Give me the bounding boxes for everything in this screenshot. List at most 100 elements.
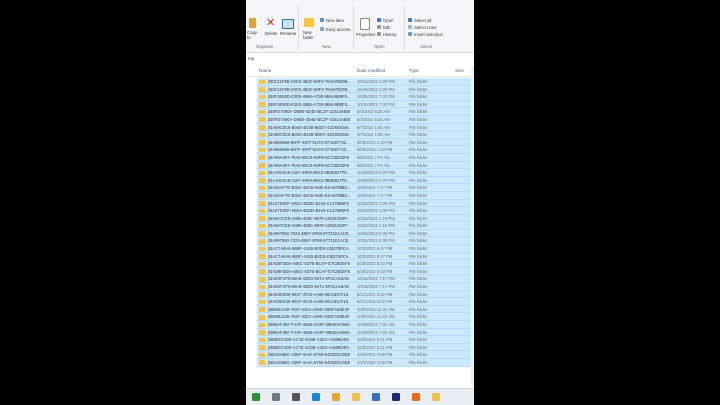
select-none-icon[interactable] [408,25,412,29]
table-row[interactable]: {BB1044BC-435F-4A4A-9766-54D022C8DE... 10… [246,358,474,367]
start-icon[interactable] [252,393,260,401]
column-size[interactable]: Size [455,68,464,73]
row-date: 8/25/2022 6:43 PM [357,261,393,267]
table-row[interactable]: {BA647CED-4495-469C-8879-12D4C84FF... 10/… [246,214,474,223]
table-row[interactable]: {B0C11F89-C9C0-4B1F-80F3-76A675E0B... 10/… [246,85,474,94]
row-type: File folder [409,238,428,244]
properties-icon[interactable] [360,18,370,30]
invert-selection-button[interactable]: Invert selection [414,32,443,37]
table-row[interactable]: {BA10C6A8-2167-49F9-9E23-3B9D827F5... 10/… [246,176,474,185]
row-type: File folder [409,200,428,206]
table-row[interactable]: {BB5AF4B7-F12F-4568-AC8F-09E60A0946... 10… [246,328,474,337]
search-icon[interactable] [272,393,280,401]
rename-icon[interactable] [282,19,294,29]
open-icon[interactable] [377,18,381,22]
store-icon[interactable] [372,393,380,401]
history-button[interactable]: History [383,32,396,37]
copy-to-button[interactable]: Copy to [247,30,260,40]
edit-icon[interactable] [377,25,381,29]
new-folder-button[interactable]: New folder [303,30,317,40]
row-date: 9/7/2022 1:50 AM [357,124,390,130]
row-date: 8/4/2022 8:25 AM [357,116,390,122]
vertical-scrollbar[interactable] [471,66,474,386]
folder-icon [259,140,265,145]
easy-access-button[interactable]: Easy access [326,27,350,32]
column-name[interactable]: Name [259,68,271,73]
group-open-label: Open [374,44,385,49]
ribbon-separator [353,6,354,50]
table-row[interactable]: {B0F1B90D-E300-4568-A738-9B6A9B8F5... 10/… [246,93,474,101]
row-name: {BB1044BC-435F-4A4A-9766-54D022C8DE... [268,352,350,358]
edge-icon[interactable] [312,393,320,401]
rename-button[interactable]: Rename [280,31,296,36]
task-view-icon[interactable] [292,393,300,401]
firefox-icon[interactable] [412,393,420,401]
table-row[interactable]: {BAE0E0S6-9637-4F23-AA86-0E14DCF18... 8/3… [246,290,474,299]
new-item-icon[interactable] [320,18,324,22]
file-explorer-icon[interactable] [352,393,360,401]
row-type: File folder [409,246,428,252]
select-all-button[interactable]: Select all [414,18,431,23]
table-row[interactable]: {BAE0F1F9-56A8-40DD-84T1-9F4CA18AB... 10/… [246,275,474,284]
table-row[interactable]: {BA8E9668-B07F-487F-B170-CF1567742... 9/2… [246,146,474,154]
folder-icon [259,330,265,335]
open-button[interactable]: Open [383,18,394,23]
table-row[interactable]: {BB0B1438-7667-4322-A469-CBDF188E4F... 10… [246,313,474,321]
table-row[interactable]: {BAD8F3D9-A0EC-4D75-BCAF-E7CBDEF5... 8/25… [246,260,474,268]
table-row[interactable]: {BA27D02F-4EE3-4EDD-B219-C14786BF0... 10/… [246,207,474,215]
table-row[interactable]: {BA997590-7223-4B67-8F88-97731E1ACE... 10… [246,237,474,246]
photoshop-icon[interactable] [392,393,400,401]
table-row[interactable]: {BA8E9668-B07F-487F-B170-CF1567742... 9/2… [246,138,474,147]
table-row[interactable]: {B0FD7490A-D6B0-4D4E-BC2F-21514AB0E... 8/… [246,115,474,124]
properties-button[interactable]: Properties [356,32,376,37]
chrome-icon[interactable] [332,393,340,401]
folder-icon [259,94,265,100]
table-row[interactable]: {B0F1B90D-E300-4568-A738-9B6A9B8F5... 10/… [246,100,474,109]
table-row[interactable]: {B0C11F89-C9C0-4B1F-80F3-76A675E0B... 10/… [246,78,474,86]
edit-button[interactable]: Edit [383,25,390,30]
column-type[interactable]: Type [409,68,419,73]
invert-selection-icon[interactable] [408,32,412,36]
delete-icon[interactable]: ✕ [266,18,275,29]
table-row[interactable]: {BA99A957-78A0-4EC8-93FB-BCC8D33F6... 9/6… [246,153,474,162]
table-row[interactable]: {BAC7A8A6-6B8F-441B-B0D0-2382780CA... 10/… [246,252,474,261]
table-row[interactable]: {B0FD7490A-D6B0-4D4E-BC2F-21514AB0E... 8/… [246,108,474,116]
table-row[interactable]: {BA10C6A8-2167-49F9-9E23-3B9D827F5... 10/… [246,169,474,177]
table-row[interactable]: {BA27D02F-4EE3-4EDD-B219-C14786BF0... 10/… [246,199,474,208]
table-row[interactable]: {BAE0F1F9-56A8-40DD-84T1-9F4CA18AB... 10/… [246,283,474,291]
table-row[interactable]: {BA20AF7D-E022-45C6-8435-51A6788BC... 10/… [246,191,474,200]
folder-icon [259,307,265,312]
table-row[interactable]: {BA20AF7D-E022-45C6-8435-51A6788BC... 10/… [246,184,474,192]
table-row[interactable]: {BAE0E0S6-9637-4F23-AA86-0E14DCF18... 8/3… [246,298,474,306]
copy-to-icon[interactable] [249,18,256,28]
row-type: File folder [409,94,428,100]
folder-icon [259,231,265,236]
ribbon: Copy to ✕ Delete Rename Organize New fol… [246,0,474,53]
select-none-button[interactable]: Select none [414,25,437,30]
new-folder-icon[interactable] [304,18,314,27]
table-row[interactable]: {BAD8F3D9-A0EC-4D75-BCAF-E7CBDEF5... 8/25… [246,267,474,276]
table-row[interactable]: {BB1044BC-435F-4A4A-9766-54D022C8DE... 10… [246,351,474,359]
table-row[interactable]: {BA647CED-4495-469C-8879-12D4C84FF... 10/… [246,222,474,230]
row-type: File folder [409,299,428,305]
new-item-button[interactable]: New item [326,18,344,23]
folder-icon [259,102,265,107]
select-all-icon[interactable] [408,18,412,22]
easy-access-icon[interactable] [320,27,324,31]
table-row[interactable]: {BB0B1438-7667-4322-A469-CBDF188E4F... 10… [246,305,474,314]
table-row[interactable]: {BB5AF4B7-F12F-4568-AC8F-09E60A0946... 10… [246,321,474,329]
table-row[interactable]: {BB6DC4D0-CC7E-4C6B-A3DA-A48864E9... 10/3… [246,343,474,352]
table-row[interactable]: {BA997590-7223-4B67-8F88-97731E1ACE... 10… [246,229,474,238]
address-bar[interactable]: mp [246,53,474,63]
table-row[interactable]: {BB6DC4D0-CC7E-4C6B-A3DA-A48864E9... 10/3… [246,336,474,344]
table-row[interactable]: {BA89C5C6-B040-4D4B-9DD7-41D929346... 9/7… [246,131,474,139]
table-row[interactable]: {BA99A957-78A0-4EC8-93FB-BCC8D33F6... 9/6… [246,161,474,170]
table-row[interactable]: {BA89C5C6-B040-4D4B-9DD7-41D929346... 9/7… [246,123,474,132]
explorer-icon[interactable] [432,393,440,401]
delete-button[interactable]: Delete [265,31,277,36]
history-icon[interactable] [377,32,381,36]
folder-icon [259,322,265,328]
row-name: {BAD8F3D9-A0EC-4D75-BCAF-E7CBDEF5... [268,261,350,267]
column-date-modified[interactable]: Date modified [357,68,385,73]
table-row[interactable]: {BAC7A8A6-6B8F-441B-B0D0-2382780CA... 10/… [246,245,474,253]
